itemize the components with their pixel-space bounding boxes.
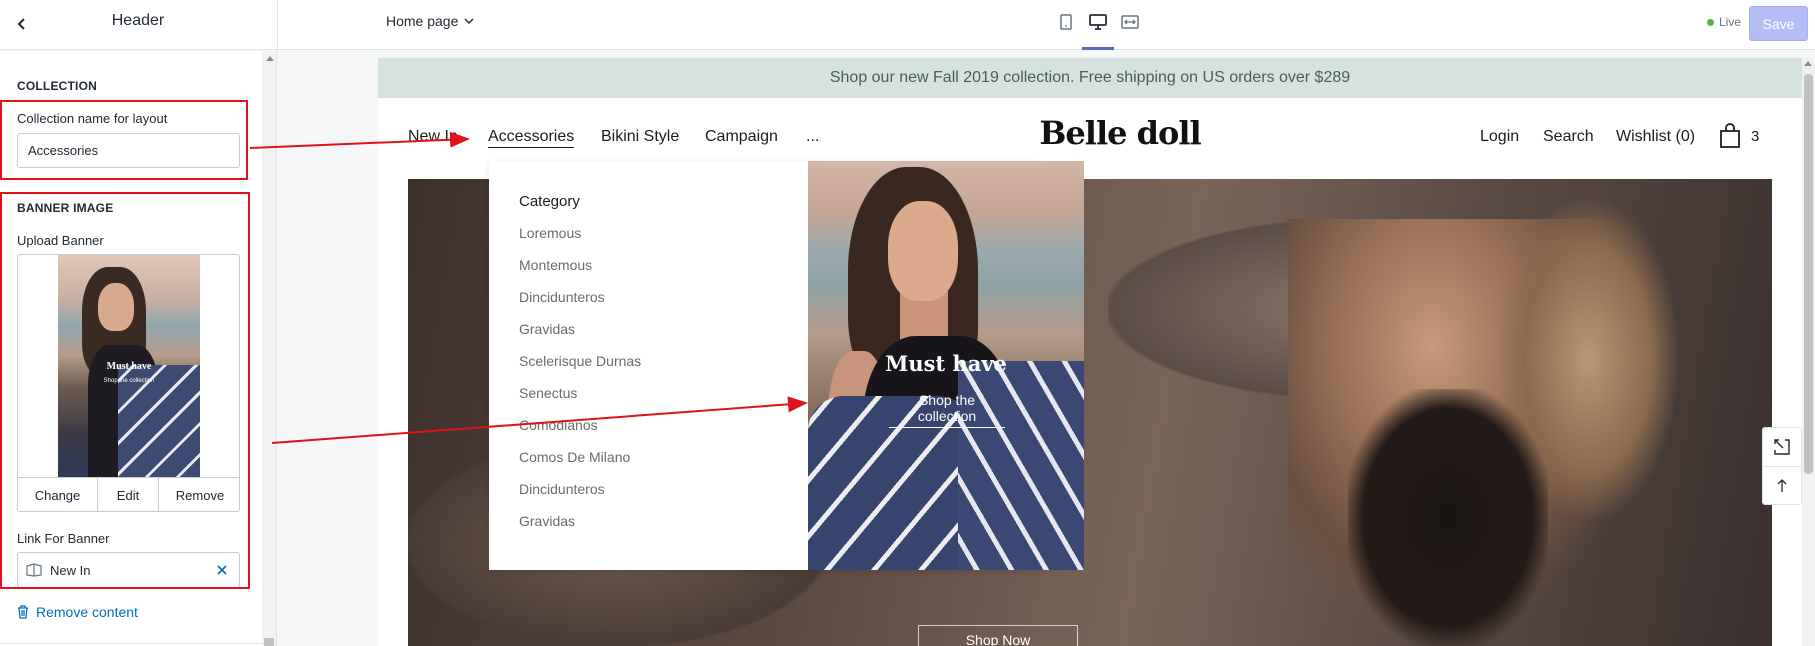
preview-tools [1762,427,1802,505]
live-label: Live [1719,15,1742,29]
thumbnail-title: Must have [106,361,152,372]
mega-menu-dropdown: Category Loremous Montemous Dinciduntero… [489,161,1084,570]
close-icon [217,565,227,575]
store-preview: Shop our new Fall 2019 collection. Free … [378,58,1802,646]
settings-scrollbar[interactable] [262,51,276,646]
menu-banner-link[interactable]: Shop the collection [889,392,1005,428]
collection-heading: COLLECTION [17,79,97,93]
inspect-button[interactable] [1763,428,1801,466]
page-selector-label: Home page [386,13,459,29]
save-button[interactable]: Save [1749,6,1808,41]
banner-actions: Change Edit Remove [18,477,239,511]
menu-item[interactable]: Dincidunteros [519,480,641,512]
menu-item[interactable]: Comodianos [519,416,641,448]
trash-icon [18,605,28,619]
menu-item[interactable]: Scelerisque Durnas [519,352,641,384]
upload-banner-label: Upload Banner [17,233,104,248]
shop-now-button[interactable]: Shop Now [918,625,1078,646]
scroll-up-arrow-icon[interactable] [266,56,274,61]
live-status: Live [1707,15,1741,29]
store-logo[interactable]: Belle doll [1016,114,1224,152]
live-dot-icon [1707,18,1714,26]
collection-name-input[interactable] [17,133,240,168]
menu-banner-title: Must have [885,351,1007,376]
chevron-down-icon [464,17,474,24]
preview-scrollbar-thumb[interactable] [1804,74,1813,474]
category-heading: Category [519,193,580,210]
settings-scrollbar-thumb[interactable] [264,638,274,646]
wishlist-link[interactable]: Wishlist (0) [1616,128,1695,146]
menu-item[interactable]: Montemous [519,256,641,288]
arrow-up-icon [1777,478,1787,492]
divider [277,0,278,50]
menu-item[interactable]: Loremous [519,224,641,256]
device-switcher [1055,11,1141,33]
banner-image-heading: BANNER IMAGE [17,201,114,215]
banner-image-picker: Must have Shop the collection Change Edi… [17,254,240,512]
nav-item-more[interactable]: ... [806,128,819,146]
divider [0,643,262,644]
nav-item-bikini-style[interactable]: Bikini Style [601,128,679,146]
menu-item[interactable]: Gravidas [519,320,641,352]
cart-button[interactable]: 3 [1719,123,1759,149]
fullwidth-view-button[interactable] [1119,11,1141,33]
menu-item[interactable]: Comos De Milano [519,448,641,480]
login-link[interactable]: Login [1480,128,1519,146]
page-selector[interactable]: Home page [386,13,474,29]
scroll-up-arrow-icon[interactable] [1804,61,1812,66]
desktop-view-button[interactable] [1087,11,1109,33]
menu-banner[interactable]: Must have Shop the collection [808,161,1084,570]
shopping-bag-icon [1720,123,1740,148]
panel-title: Header [111,12,165,29]
edit-banner-button[interactable]: Edit [98,478,159,511]
collection-name-label: Collection name for layout [17,111,168,126]
remove-content-label: Remove content [36,604,138,620]
chevron-left-icon [17,18,25,30]
scroll-top-button[interactable] [1763,466,1801,504]
nav-item-campaign[interactable]: Campaign [705,128,778,146]
menu-item[interactable]: Dincidunteros [519,288,641,320]
cart-count: 3 [1751,127,1760,145]
clear-link-button[interactable] [213,561,231,579]
theme-editor: Header Home page Live Save COLLECTION Co… [0,0,1815,646]
back-button[interactable] [8,10,36,38]
remove-banner-button[interactable]: Remove [159,478,239,511]
search-link[interactable]: Search [1543,128,1594,146]
mobile-view-button[interactable] [1055,11,1077,33]
remove-content-link[interactable]: Remove content [17,604,138,620]
change-banner-button[interactable]: Change [18,478,98,511]
banner-link-value: New In [50,562,91,578]
mobile-icon [1060,14,1072,30]
desktop-icon [1089,14,1107,30]
banner-link-field[interactable]: New In [17,552,240,588]
expand-width-icon [1121,15,1139,29]
banner-thumbnail: Must have Shop the collection [58,255,200,477]
active-device-indicator [1082,47,1114,50]
editor-topbar: Header Home page Live Save [0,0,1815,50]
nav-item-new-in[interactable]: New In [408,128,458,146]
link-for-banner-label: Link For Banner [17,531,110,546]
nav-item-accessories[interactable]: Accessories [488,128,575,148]
announcement-bar[interactable]: Shop our new Fall 2019 collection. Free … [378,58,1802,98]
thumbnail-subtitle: Shop the collection [103,378,155,384]
menu-item[interactable]: Senectus [519,384,641,416]
menu-item[interactable]: Gravidas [519,512,641,544]
collection-icon [26,563,42,577]
select-area-icon [1774,439,1790,455]
category-list: Category Loremous Montemous Dinciduntero… [519,193,641,544]
